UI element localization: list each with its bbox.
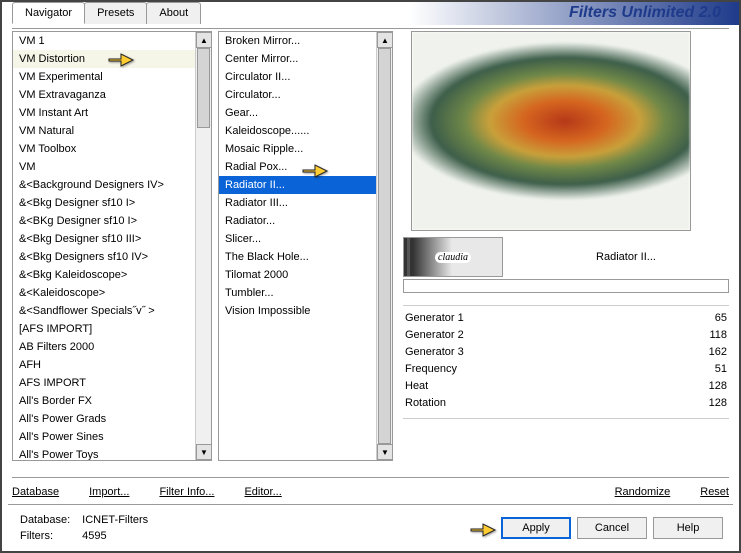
param-value: 65 [715,311,727,326]
filter-item[interactable]: Vision Impossible [219,302,392,320]
category-item[interactable]: VM 1 [13,32,211,50]
param-name: Frequency [405,362,457,377]
filter-item[interactable]: Gear... [219,104,392,122]
category-item[interactable]: AB Filters 2000 [13,338,211,356]
apply-button[interactable]: Apply [501,517,571,539]
param-value: 128 [709,396,727,411]
category-item[interactable]: &<Bkg Kaleidoscope> [13,266,211,284]
param-name: Generator 3 [405,345,464,360]
param-row[interactable]: Rotation 128 [403,395,729,412]
category-listbox[interactable]: VM 1VM DistortionVM ExperimentalVM Extra… [12,31,212,461]
filter-item[interactable]: Slicer... [219,230,392,248]
tab-about[interactable]: About [146,2,201,24]
tab-bar: Navigator Presets About [12,2,200,24]
param-row[interactable]: Frequency 51 [403,361,729,378]
category-item[interactable]: VM [13,158,211,176]
toolbar: Database Import... Filter Info... Editor… [2,480,739,504]
category-item[interactable]: VM Distortion [13,50,211,68]
tab-presets[interactable]: Presets [84,2,147,24]
filter-item[interactable]: Radiator III... [219,194,392,212]
filter-info-button[interactable]: Filter Info... [159,486,214,498]
category-item[interactable]: &<Background Designers IV> [13,176,211,194]
logo: claudia [403,237,503,277]
progress-bar [403,279,729,293]
category-item[interactable]: VM Natural [13,122,211,140]
filter-item[interactable]: Center Mirror... [219,50,392,68]
help-button[interactable]: Help [653,517,723,539]
filter-item[interactable]: Broken Mirror... [219,32,392,50]
editor-button[interactable]: Editor... [244,486,281,498]
category-item[interactable]: All's Power Sines [13,428,211,446]
param-row[interactable]: Heat 128 [403,378,729,395]
category-item[interactable]: &<Bkg Designer sf10 I> [13,194,211,212]
param-value: 51 [715,362,727,377]
param-row[interactable]: Generator 2 118 [403,327,729,344]
app-title: Filters Unlimited 2.0 [300,2,739,25]
param-name: Generator 2 [405,328,464,343]
filter-item[interactable]: Circulator II... [219,68,392,86]
category-item[interactable]: VM Toolbox [13,140,211,158]
category-item[interactable]: &<Bkg Designers sf10 IV> [13,248,211,266]
filter-item[interactable]: The Black Hole... [219,248,392,266]
param-name: Rotation [405,396,446,411]
category-item[interactable]: All's Power Toys [13,446,211,460]
filter-name-label: Radiator II... [503,251,729,263]
category-item[interactable]: [AFS IMPORT] [13,320,211,338]
category-item[interactable]: All's Power Grads [13,410,211,428]
filter-item[interactable]: Circulator... [219,86,392,104]
param-value: 162 [709,345,727,360]
filter-item[interactable]: Mosaic Ripple... [219,140,392,158]
scrollbar-left[interactable]: ▲ ▼ [195,32,211,460]
param-name: Heat [405,379,428,394]
filter-item[interactable]: Radiator II... [219,176,392,194]
randomize-button[interactable]: Randomize [615,486,671,498]
category-item[interactable]: &<BKg Designer sf10 I> [13,212,211,230]
category-item[interactable]: All's Border FX [13,392,211,410]
reset-button[interactable]: Reset [700,486,729,498]
filter-item[interactable]: Kaleidoscope...... [219,122,392,140]
tab-navigator[interactable]: Navigator [12,2,85,24]
param-row[interactable]: Generator 3 162 [403,344,729,361]
category-item[interactable]: &<Sandflower Specials˝v˝ > [13,302,211,320]
category-item[interactable]: &<Bkg Designer sf10 III> [13,230,211,248]
filter-item[interactable]: Tilomat 2000 [219,266,392,284]
category-item[interactable]: AFH [13,356,211,374]
category-item[interactable]: AFS IMPORT [13,374,211,392]
param-row[interactable]: Generator 1 65 [403,310,729,327]
filter-listbox[interactable]: Broken Mirror...Center Mirror...Circulat… [218,31,393,461]
param-value: 128 [709,379,727,394]
category-item[interactable]: &<Kaleidoscope> [13,284,211,302]
pointer-icon [469,519,497,541]
param-name: Generator 1 [405,311,464,326]
param-value: 118 [709,328,727,343]
preview-image [411,31,691,231]
category-item[interactable]: VM Extravaganza [13,86,211,104]
scrollbar-mid[interactable]: ▲ ▼ [376,32,392,460]
filter-item[interactable]: Radial Pox... [219,158,392,176]
database-button[interactable]: Database [12,486,59,498]
import-button[interactable]: Import... [89,486,129,498]
filter-item[interactable]: Radiator... [219,212,392,230]
cancel-button[interactable]: Cancel [577,517,647,539]
footer-info: Database:ICNET-Filters Filters:4595 [18,511,160,545]
category-item[interactable]: VM Instant Art [13,104,211,122]
filter-item[interactable]: Tumbler... [219,284,392,302]
category-item[interactable]: VM Experimental [13,68,211,86]
